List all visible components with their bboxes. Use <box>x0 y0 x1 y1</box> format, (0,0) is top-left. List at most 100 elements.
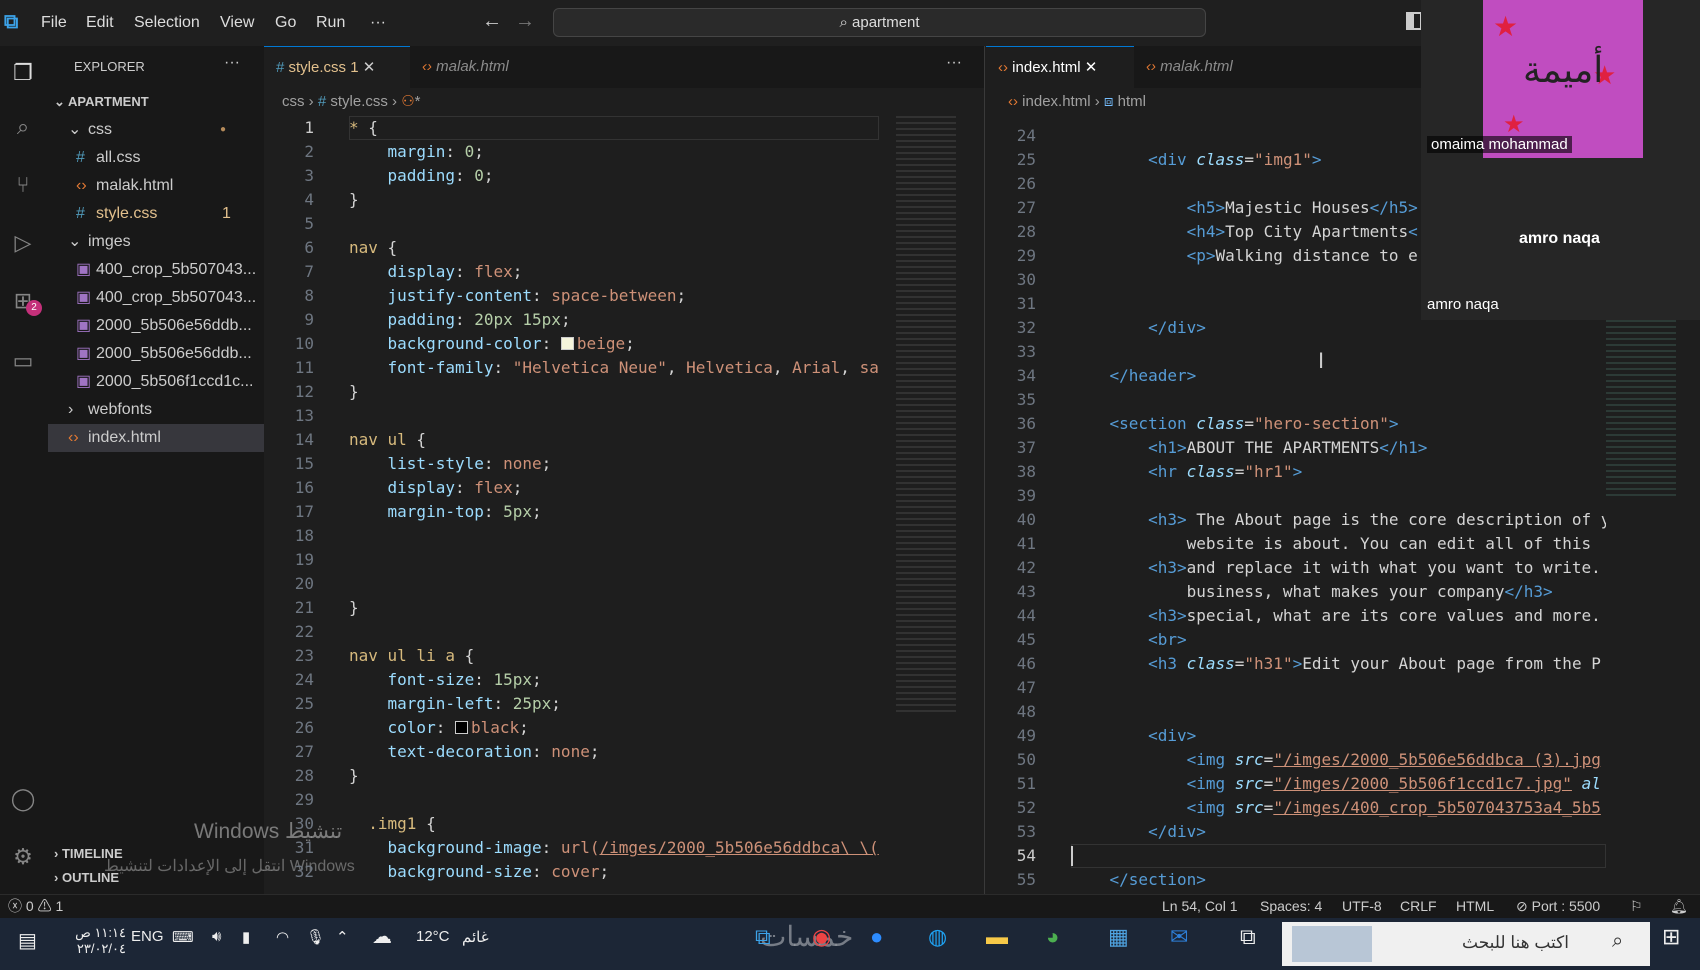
code-line[interactable] <box>349 524 879 548</box>
tab-malak-html[interactable]: ‹› malak.html <box>410 46 560 88</box>
back-arrow-icon[interactable]: ← <box>482 10 502 33</box>
search-icon[interactable]: ⌕ <box>8 112 38 142</box>
live-server-port[interactable]: ⊘ Port : 5500 <box>1516 895 1600 917</box>
menu-run[interactable]: Run <box>316 14 345 32</box>
zoom-taskbar-icon[interactable]: ● <box>870 924 883 950</box>
notifications-bell-icon[interactable]: 🔔︎ <box>1670 895 1688 917</box>
menu-edit[interactable]: Edit <box>86 14 114 32</box>
chevron-up-icon[interactable]: ⌃ <box>336 928 349 946</box>
layout-toggle-icon[interactable] <box>1406 12 1422 30</box>
close-icon[interactable]: ✕ <box>363 59 376 76</box>
file-tree-item[interactable]: ⌄ css ● <box>48 116 264 144</box>
command-center-search[interactable]: ⌕ apartment <box>553 8 1206 37</box>
tab-style-css[interactable]: # style.css 1 ✕ <box>264 46 410 88</box>
extensions-icon[interactable]: ⊞ 2 <box>8 286 42 316</box>
file-tree-item[interactable]: ‹› index.html <box>48 424 264 452</box>
code-line[interactable]: <h3>special, what are its core values an… <box>1071 604 1606 628</box>
battery-icon[interactable]: ▮ <box>242 928 250 946</box>
code-line[interactable]: business, what makes your company</h3> <box>1071 580 1606 604</box>
code-line[interactable]: nav { <box>349 236 879 260</box>
code-line[interactable]: color: black; <box>349 716 879 740</box>
mail-icon[interactable]: ✉ <box>1170 924 1188 950</box>
windows-start-icon[interactable]: ⊞ <box>1662 924 1680 950</box>
line-endings[interactable]: CRLF <box>1400 895 1437 917</box>
code-line[interactable]: <div> <box>1071 724 1606 748</box>
close-icon[interactable]: ✕ <box>1085 59 1098 76</box>
keyboard-icon[interactable]: ⌨ <box>172 928 194 946</box>
tab-index-html[interactable]: ‹› index.html ✕ <box>986 46 1134 88</box>
forward-arrow-icon[interactable]: → <box>515 10 535 33</box>
file-tree-item[interactable]: ▣ 400_crop_5b507043... <box>48 284 264 312</box>
menu-more[interactable]: ··· <box>370 14 386 32</box>
tab-malak-html-right[interactable]: ‹› malak.html <box>1134 46 1284 88</box>
code-line[interactable]: background-size: cover; <box>349 860 879 884</box>
code-line[interactable] <box>1071 676 1606 700</box>
code-line[interactable]: margin: 0; <box>349 140 879 164</box>
code-line[interactable] <box>349 404 879 428</box>
encoding[interactable]: UTF-8 <box>1342 895 1382 917</box>
menu-file[interactable]: File <box>41 14 67 32</box>
indentation[interactable]: Spaces: 4 <box>1260 895 1322 917</box>
file-tree-item[interactable]: › webfonts <box>48 396 264 424</box>
wifi-icon[interactable]: ◠ <box>276 928 289 946</box>
code-line[interactable]: </header> <box>1071 364 1606 388</box>
code-line[interactable] <box>1071 388 1606 412</box>
code-line[interactable]: <h3> The About page is the core descript… <box>1071 508 1606 532</box>
code-line[interactable]: </section> <box>1071 868 1606 892</box>
account-icon[interactable]: ◯ <box>8 784 38 814</box>
code-line[interactable] <box>1071 340 1606 364</box>
weather-temp[interactable]: 12°C <box>416 928 450 945</box>
file-tree-item[interactable]: # all.css <box>48 144 264 172</box>
notification-center-icon[interactable]: ▤ <box>18 928 37 953</box>
input-language[interactable]: ENG <box>131 928 164 945</box>
source-control-icon[interactable]: ⑂ <box>8 170 38 200</box>
code-line[interactable]: <h1>ABOUT THE APARTMENTS</h1> <box>1071 436 1606 460</box>
code-line[interactable]: <section class="hero-section"> <box>1071 412 1606 436</box>
code-line[interactable]: <h3>and replace it with what you want to… <box>1071 556 1606 580</box>
code-line[interactable]: <img src="/imges/2000_5b506e56ddbca (3).… <box>1071 748 1606 772</box>
file-tree-item[interactable]: ‹› malak.html <box>48 172 264 200</box>
microphone-icon[interactable]: 🎙︎ <box>306 928 325 946</box>
explorer-icon[interactable]: ❐ <box>8 58 38 88</box>
code-line[interactable]: } <box>349 380 879 404</box>
code-line[interactable] <box>349 572 879 596</box>
remote-explorer-icon[interactable]: ▭ <box>8 346 38 376</box>
code-line[interactable]: </div> <box>1071 820 1606 844</box>
code-line[interactable]: display: flex; <box>349 260 879 284</box>
code-line[interactable]: background-color: beige; <box>349 332 879 356</box>
code-line[interactable]: list-style: none; <box>349 452 879 476</box>
code-line[interactable]: text-decoration: none; <box>349 740 879 764</box>
vscode-taskbar-icon[interactable]: ⧉ <box>755 924 771 950</box>
code-line[interactable] <box>349 212 879 236</box>
code-line[interactable]: .img1 { <box>349 812 879 836</box>
code-line[interactable]: <img src="/imges/400_crop_5b507043753a4_… <box>1071 796 1606 820</box>
workspace-root[interactable]: ⌄ APARTMENT <box>48 88 264 116</box>
app-taskbar-icon[interactable]: ◉ <box>812 924 831 950</box>
store-icon[interactable]: ▦ <box>1108 924 1129 950</box>
code-line[interactable] <box>1071 484 1606 508</box>
file-tree-item[interactable]: ▣ 2000_5b506f1ccd1c... <box>48 368 264 396</box>
file-tree-item[interactable]: # style.css 1 <box>48 200 264 228</box>
code-line[interactable]: margin-left: 25px; <box>349 692 879 716</box>
code-line[interactable]: font-family: "Helvetica Neue", Helvetica… <box>349 356 879 380</box>
code-line[interactable]: justify-content: space-between; <box>349 284 879 308</box>
menu-selection[interactable]: Selection <box>134 14 200 32</box>
editor-splitter[interactable] <box>984 46 985 894</box>
code-line[interactable]: nav ul { <box>349 428 879 452</box>
code-line[interactable]: } <box>349 188 879 212</box>
file-explorer-icon[interactable]: ▬ <box>986 924 1008 950</box>
file-tree-item[interactable]: ⌄ imges <box>48 228 264 256</box>
file-tree-item[interactable]: ▣ 2000_5b506e56ddb... <box>48 312 264 340</box>
minimap-right[interactable] <box>1606 320 1700 500</box>
taskbar-search-box[interactable]: اكتب هنا للبحث ⌕ <box>1282 922 1650 966</box>
css-editor[interactable]: 1 2 3 4 5 6 7 8 9 10 11 12 13 14 15 16 17 18 19 20 21 22 23 24 2… <box>264 116 886 894</box>
code-line[interactable] <box>349 620 879 644</box>
code-line[interactable]: nav ul li a { <box>349 644 879 668</box>
code-line[interactable] <box>1071 700 1606 724</box>
code-line[interactable]: <br> <box>1071 628 1606 652</box>
problems-indicator[interactable]: ⓧ 0 ⚠ 1 <box>8 895 63 917</box>
menu-view[interactable]: View <box>220 14 254 32</box>
code-line[interactable]: background-image: url(/imges/2000_5b506e… <box>349 836 879 860</box>
code-line[interactable]: <img src="/imges/2000_5b506f1ccd1c7.jpg"… <box>1071 772 1606 796</box>
volume-icon[interactable]: 🔊︎ <box>212 928 221 945</box>
